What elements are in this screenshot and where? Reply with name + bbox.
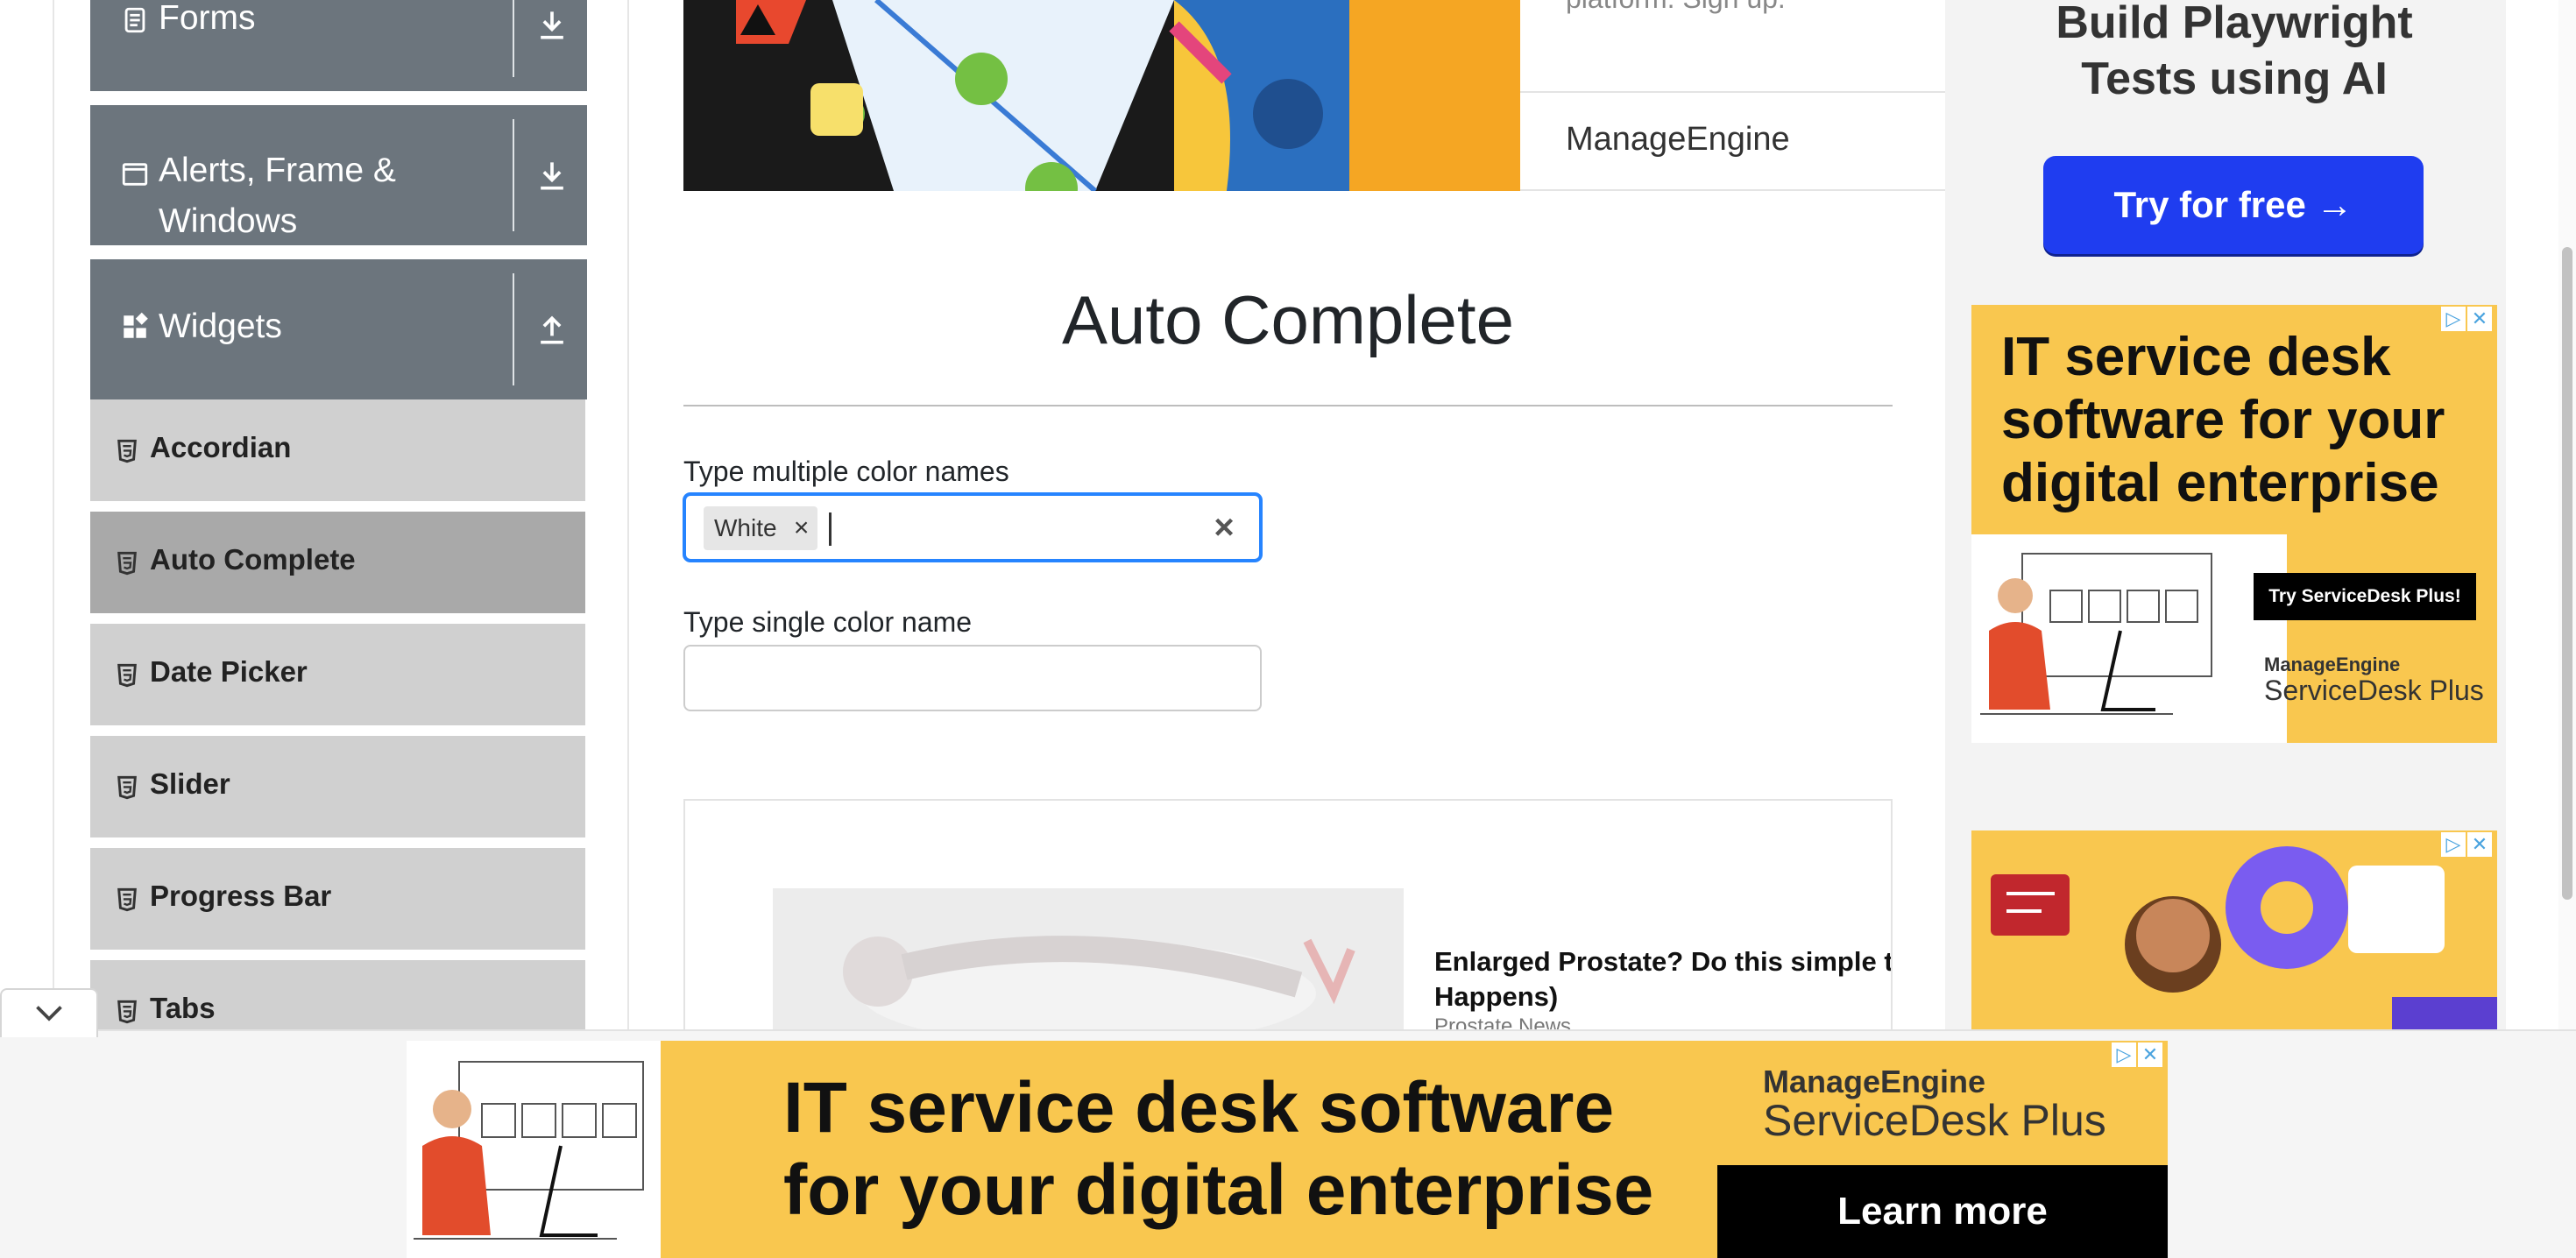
playwright-ad-title[interactable]: Build Playwright Tests using AI: [1945, 0, 2523, 107]
hero-brand[interactable]: ManageEngine: [1566, 121, 1790, 159]
adchoices-icon[interactable]: ▷: [2441, 832, 2466, 857]
sidebar-item-slider[interactable]: Slider: [90, 736, 585, 843]
sidebar-item-label: Tabs: [150, 992, 216, 1024]
html5-icon: [117, 887, 137, 912]
sidebar-item-label: Slider: [150, 767, 230, 800]
try-servicedesk-button[interactable]: Try ServiceDesk Plus!: [2254, 573, 2476, 620]
sidebar-group-label: Forms: [159, 0, 256, 37]
ad-headline-line3: digital enterprise: [2001, 453, 2439, 513]
sidebar-item-label: Progress Bar: [150, 880, 332, 912]
scrollbar-thumb[interactable]: [2562, 247, 2572, 900]
bottom-ad-illustration: [407, 1041, 661, 1258]
sidebar-group-widgets[interactable]: Widgets: [90, 259, 587, 399]
html5-icon: [117, 775, 137, 800]
ad-product-name: ServiceDesk Plus: [1763, 1096, 2106, 1145]
group-divider: [513, 0, 514, 77]
hero-banner-image[interactable]: [683, 0, 1520, 191]
servicedesk-ad[interactable]: IT service desk software for your digita…: [1971, 305, 2497, 743]
group-divider: [513, 119, 514, 231]
sponsored-content-card[interactable]: Enlarged Prostate? Do this simple trick …: [683, 799, 1893, 1029]
ad-illustration: [1971, 534, 2287, 743]
adchoices-icon[interactable]: ▷: [2112, 1042, 2136, 1067]
playwright-ad-title-line2: Tests using AI: [2081, 53, 2388, 104]
sidebar-border-left: [53, 0, 54, 1029]
adchoices-icon[interactable]: ▷: [2441, 307, 2466, 331]
ad-headline-line1: IT service desk: [2001, 327, 2391, 387]
page-title: Auto Complete: [1062, 281, 1514, 358]
sponsored-source: Prostate News: [1434, 1014, 1572, 1029]
chevron-down-icon: [36, 1006, 62, 1021]
single-color-input[interactable]: [683, 645, 1262, 711]
agent-illustration: [414, 1061, 644, 1240]
collapse-ad-button[interactable]: [0, 988, 98, 1037]
html5-icon: [117, 1000, 137, 1024]
sidebar-item-label: Auto Complete: [150, 543, 356, 576]
sidebar-item-label: Date Picker: [150, 655, 308, 688]
clear-all-icon[interactable]: ×: [1205, 508, 1243, 547]
close-ad-icon[interactable]: ✕: [2467, 832, 2492, 857]
sidebar-border-right: [627, 0, 629, 1029]
chip-label: White: [714, 514, 777, 541]
servicedesk-ad-2[interactable]: ▷ ✕: [1971, 830, 2497, 1029]
close-ad-icon[interactable]: ✕: [2467, 307, 2492, 331]
hero-caption: platform. Sign up.: [1566, 0, 1786, 15]
title-divider: [683, 405, 1893, 406]
sidebar-group-label: Alerts, Frame & Windows: [159, 152, 396, 240]
single-color-label: Type single color name: [683, 606, 973, 638]
agent-gear-illustration: [1991, 846, 2497, 1029]
try-for-free-button[interactable]: Try for free →: [2043, 156, 2424, 254]
color-chip-white: White ×: [704, 506, 817, 550]
chip-remove-icon[interactable]: ×: [786, 506, 817, 550]
sidebar-item-auto-complete[interactable]: Auto Complete: [90, 512, 585, 618]
upload-arrow-icon[interactable]: [533, 310, 571, 349]
agent-illustration: [1980, 553, 2212, 715]
hero-caption-panel: platform. Sign up. ManageEngine: [1520, 0, 1945, 191]
sponsored-headline[interactable]: Enlarged Prostate? Do this simple trick …: [1434, 944, 1893, 1014]
hero-illustration: [683, 0, 1520, 191]
sidebar-group-label: Widgets: [159, 307, 282, 345]
sidebar-item-date-picker[interactable]: Date Picker: [90, 624, 585, 731]
window-icon: [122, 163, 148, 186]
html5-icon: [117, 439, 137, 463]
html5-icon: [117, 551, 137, 576]
sponsored-headline-line1: Enlarged Prostate? Do this simple trick: [1434, 946, 1893, 977]
document-icon: [124, 7, 145, 33]
learn-more-button[interactable]: Learn more: [1717, 1165, 2168, 1258]
sidebar-item-label: Accordian: [150, 431, 292, 463]
sidebar-item-tabs[interactable]: Tabs: [90, 960, 585, 1029]
download-arrow-icon[interactable]: [533, 156, 571, 194]
download-arrow-icon[interactable]: [533, 5, 571, 44]
sponsored-image[interactable]: [773, 888, 1404, 1029]
bottom-ad-headline: IT service desk software for your digita…: [783, 1067, 1653, 1232]
group-divider: [513, 273, 514, 385]
ad-headline-line2: for your digital enterprise: [783, 1150, 1654, 1230]
text-caret: [829, 512, 832, 546]
widgets-icon: [124, 312, 148, 338]
sidebar-group-alerts[interactable]: Alerts, Frame & Windows: [90, 105, 587, 245]
servicedesk-ad-headline: IT service desk software for your digita…: [2001, 326, 2445, 515]
bottom-servicedesk-ad[interactable]: IT service desk software for your digita…: [407, 1041, 2168, 1258]
sidebar-item-progress-bar[interactable]: Progress Bar: [90, 848, 585, 955]
ad-product-name: ServiceDesk Plus: [2264, 675, 2484, 706]
multi-color-label: Type multiple color names: [683, 456, 1009, 487]
sidebar-group-forms[interactable]: Forms: [90, 0, 587, 91]
sponsored-headline-line2: Happens): [1434, 981, 1559, 1012]
ad-headline-line1: IT service desk software: [783, 1068, 1615, 1148]
sidebar-item-accordian[interactable]: Accordian: [90, 399, 585, 506]
divider: [1520, 91, 1945, 93]
playwright-ad-title-line1: Build Playwright: [2056, 0, 2413, 48]
ad-headline-line2: software for your: [2001, 390, 2445, 450]
close-ad-icon[interactable]: ✕: [2138, 1042, 2162, 1067]
sponsored-illustration: [773, 888, 1404, 1029]
ad-brand-name: ManageEngine: [2264, 654, 2401, 675]
html5-icon: [117, 663, 137, 688]
divider: [1520, 189, 1945, 191]
multi-color-input[interactable]: White × ×: [683, 493, 1262, 562]
